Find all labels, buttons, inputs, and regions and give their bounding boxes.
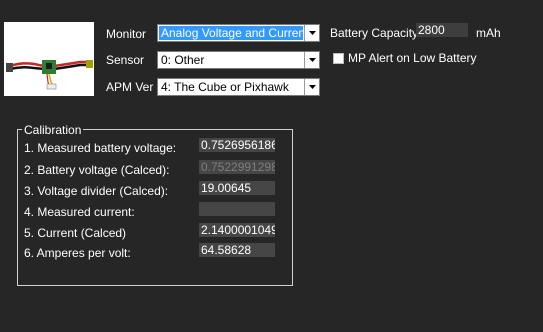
sensor-select[interactable]: 0: Other [157,51,320,69]
calibration-group-title: Calibration [22,123,84,137]
measured-voltage-input[interactable]: 0.752695618696 [199,138,275,152]
measured-voltage-label: 1. Measured battery voltage: [24,141,177,155]
measured-current-label: 4. Measured current: [24,205,135,219]
sensor-label: Sensor [106,53,145,67]
current-calced-label: 5. Current (Calced) [24,226,127,240]
battery-voltage-calced-label: 2. Battery voltage (Calced): [24,163,170,177]
chevron-down-icon[interactable] [304,79,319,95]
amperes-per-volt-input[interactable]: 64.58628 [199,243,275,257]
chevron-down-icon[interactable] [304,52,319,68]
battery-voltage-calced-input: 0.752299129871 [199,160,275,174]
voltage-divider-label: 3. Voltage divider (Calced): [24,184,169,198]
measured-current-input[interactable] [199,202,275,216]
current-calced-input[interactable]: 2.140000104904 [199,223,275,237]
sensor-select-value: 0: Other [161,53,205,67]
apm-ver-select[interactable]: 4: The Cube or Pixhawk [157,78,320,96]
power-module-image [4,22,94,96]
capacity-unit-label: mAh [476,26,501,40]
amperes-per-volt-label: 6. Amperes per volt: [24,246,131,260]
apm-ver-label: APM Ver [106,80,154,94]
voltage-divider-input[interactable]: 19.00645 [199,181,275,195]
battery-capacity-input[interactable]: 2800 [416,23,468,37]
apm-ver-select-value: 4: The Cube or Pixhawk [161,80,289,94]
mp-alert-checkbox[interactable] [333,53,344,64]
monitor-select-value: Analog Voltage and Current [159,26,303,40]
monitor-select[interactable]: Analog Voltage and Current [157,24,320,42]
mp-alert-label: MP Alert on Low Battery [348,51,477,65]
battery-capacity-label: Battery Capacity [330,26,419,40]
monitor-label: Monitor [106,27,147,41]
chevron-down-icon[interactable] [304,25,319,41]
